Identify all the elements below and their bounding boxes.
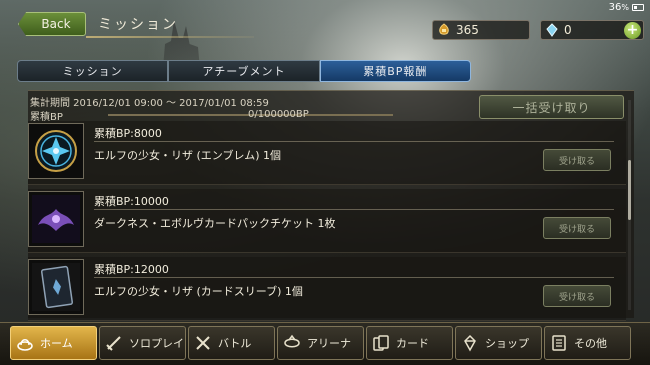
menu-icon bbox=[549, 333, 569, 353]
crystal-amount: 0 bbox=[564, 23, 572, 37]
aggregation-period: 集計期間 2016/12/01 09:00 ～ 2017/01/01 08:59 bbox=[30, 98, 269, 109]
claim-button[interactable]: 受け取る bbox=[543, 285, 611, 307]
nav-battle-label: バトル bbox=[218, 337, 252, 350]
nav-shop[interactable]: ショップ bbox=[455, 326, 542, 360]
tab-bar: ミッション アチーブメント 累積BP報酬 bbox=[17, 60, 471, 82]
nav-solo-play-label: ソロプレイ bbox=[129, 337, 184, 350]
card-sleeve-icon bbox=[28, 259, 84, 315]
mission-reward: ダークネス・エボルヴカードパックチケット 1枚 bbox=[94, 217, 336, 230]
bottom-nav: ホーム ソロプレイ バトル アリーナ カード ショップ その他 bbox=[0, 322, 650, 365]
title-underline bbox=[86, 36, 254, 38]
nav-home[interactable]: ホーム bbox=[10, 326, 97, 360]
nav-battle[interactable]: バトル bbox=[188, 326, 275, 360]
home-icon bbox=[15, 333, 35, 353]
tab-bp-rewards[interactable]: 累積BP報酬 bbox=[319, 60, 471, 82]
shop-icon bbox=[460, 333, 480, 353]
nav-cards[interactable]: カード bbox=[366, 326, 453, 360]
nav-other-label: その他 bbox=[574, 337, 607, 350]
bulk-claim-button[interactable]: 一括受け取り bbox=[479, 95, 624, 119]
rupee-icon bbox=[436, 22, 452, 38]
crystal-icon bbox=[544, 22, 560, 38]
back-button-label: Back bbox=[41, 17, 71, 31]
crystal-display: 0 + bbox=[540, 20, 644, 40]
claim-button[interactable]: 受け取る bbox=[543, 149, 611, 171]
mission-row: 累積BP:8000 エルフの少女・リザ (エンブレム) 1個 受け取る bbox=[28, 121, 626, 185]
nav-cards-label: カード bbox=[396, 337, 429, 350]
scroll-thumb[interactable] bbox=[628, 160, 631, 220]
sword-icon bbox=[104, 333, 124, 353]
back-button[interactable]: Back bbox=[18, 12, 86, 36]
mission-row: 累積BP:12000 エルフの少女・リザ (カードスリーブ) 1個 受け取る bbox=[28, 257, 626, 321]
tab-missions[interactable]: ミッション bbox=[17, 60, 169, 82]
status-bar: 36% bbox=[609, 2, 644, 13]
add-crystal-button[interactable]: + bbox=[624, 22, 641, 39]
crossed-swords-icon bbox=[193, 333, 213, 353]
emblem-icon bbox=[28, 123, 84, 179]
mission-reward: エルフの少女・リザ (エンブレム) 1個 bbox=[94, 149, 282, 162]
nav-arena[interactable]: アリーナ bbox=[277, 326, 364, 360]
nav-arena-label: アリーナ bbox=[307, 337, 351, 350]
mission-divider bbox=[94, 141, 614, 142]
cards-icon bbox=[371, 333, 391, 353]
gold-display: 365 bbox=[432, 20, 530, 40]
nav-shop-label: ショップ bbox=[485, 337, 529, 350]
claim-button[interactable]: 受け取る bbox=[543, 217, 611, 239]
mission-divider bbox=[94, 209, 614, 210]
pack-ticket-icon bbox=[28, 191, 84, 247]
mission-divider bbox=[94, 277, 614, 278]
mission-row: 累積BP:10000 ダークネス・エボルヴカードパックチケット 1枚 受け取る bbox=[28, 189, 626, 253]
page-title: ミッション bbox=[98, 17, 178, 33]
battery-icon bbox=[632, 4, 644, 11]
gold-amount: 365 bbox=[456, 23, 479, 37]
bp-reward-panel: 集計期間 2016/12/01 09:00 ～ 2017/01/01 08:59… bbox=[28, 90, 634, 321]
nav-other[interactable]: その他 bbox=[544, 326, 631, 360]
nav-solo-play[interactable]: ソロプレイ bbox=[99, 326, 186, 360]
battery-percent: 36% bbox=[608, 2, 629, 13]
nav-home-label: ホーム bbox=[40, 337, 73, 350]
mission-title: 累積BP:12000 bbox=[94, 263, 169, 276]
scrollbar[interactable] bbox=[628, 100, 631, 310]
mission-title: 累積BP:8000 bbox=[94, 127, 162, 140]
mission-reward: エルフの少女・リザ (カードスリーブ) 1個 bbox=[94, 285, 303, 298]
arena-icon bbox=[282, 333, 302, 353]
tab-achievements[interactable]: アチーブメント bbox=[168, 60, 320, 82]
mission-title: 累積BP:10000 bbox=[94, 195, 169, 208]
bp-value: 0/100000BP bbox=[248, 109, 309, 120]
